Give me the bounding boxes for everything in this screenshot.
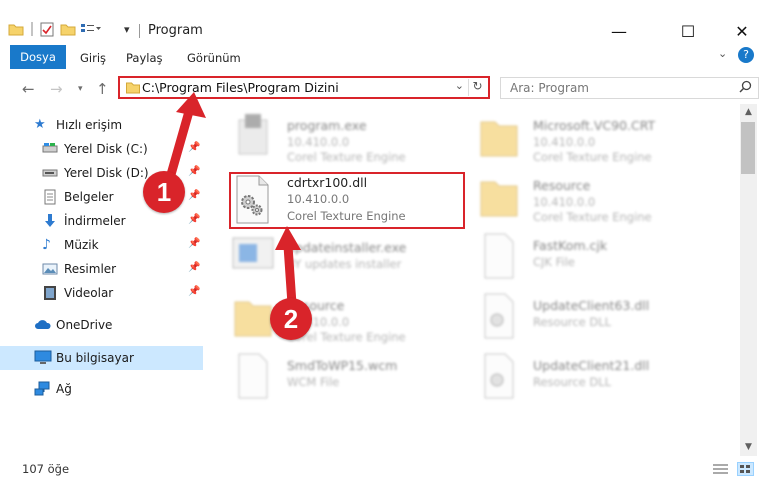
highlight-box-dll: [229, 172, 465, 229]
sidebar-item-disk-c[interactable]: Yerel Disk (C:) 📌: [0, 138, 203, 160]
list-item[interactable]: UpdateClient21.dll Resource DLL: [477, 350, 717, 406]
tab-file[interactable]: Dosya: [10, 45, 66, 69]
recent-locations-icon[interactable]: ▾: [78, 84, 83, 94]
sidebar-item-downloads[interactable]: İndirmeler 📌: [0, 210, 203, 232]
music-icon: ♪: [42, 237, 51, 253]
ribbon: [0, 44, 769, 72]
view-options-icon[interactable]: [80, 22, 102, 39]
list-item[interactable]: updateinstaller.exe BY updates installer: [231, 232, 471, 288]
network-icon: [34, 381, 50, 397]
list-item[interactable]: UpdateClient63.dll Resource DLL: [477, 290, 717, 346]
installer-icon: [231, 234, 275, 284]
properties-icon[interactable]: [40, 22, 54, 40]
folder-icon[interactable]: [8, 22, 24, 39]
item-count: 107 öğe: [22, 462, 70, 476]
list-item[interactable]: FastKom.cjk CJK File: [477, 230, 717, 286]
download-icon: [42, 213, 58, 229]
step-badge-2: 2: [270, 298, 312, 340]
search-placeholder: Ara: Program: [510, 81, 589, 95]
dll-gear-icon: [477, 352, 521, 402]
large-icons-view-icon[interactable]: [737, 462, 754, 476]
sidebar-item-this-pc[interactable]: Bu bilgisayar: [0, 346, 203, 370]
tab-home[interactable]: Giriş: [80, 48, 106, 68]
expand-ribbon-icon[interactable]: ⌄: [718, 47, 727, 60]
pin-icon[interactable]: 📌: [188, 238, 200, 249]
refresh-icon[interactable]: ↻: [468, 79, 486, 96]
search-input[interactable]: Ara: Program: [500, 77, 759, 99]
list-item[interactable]: program.exe 10.410.0.0 Corel Texture Eng…: [231, 110, 471, 166]
list-item[interactable]: Resource 10.410.0.0 Corel Texture Engine: [231, 290, 471, 346]
close-button[interactable]: ✕: [719, 18, 765, 44]
folder-icon: [477, 112, 521, 162]
forward-arrow-icon[interactable]: →: [50, 80, 63, 98]
search-icon[interactable]: [739, 80, 752, 97]
address-path[interactable]: C:\Program Files\Program Dizini: [142, 80, 339, 95]
exe-icon: [231, 112, 275, 162]
file-icon: [477, 232, 521, 282]
pin-icon[interactable]: 📌: [188, 214, 200, 225]
up-arrow-icon[interactable]: ↑: [96, 80, 109, 98]
window-title: Program: [148, 23, 203, 38]
list-item[interactable]: SmdToWP15.wcm WCM File: [231, 350, 471, 406]
pin-icon[interactable]: 📌: [188, 190, 200, 201]
customize-toolbar-icon[interactable]: ▾: [124, 23, 130, 36]
folder-icon: [231, 292, 275, 342]
cloud-icon: [34, 317, 51, 333]
minimize-button[interactable]: —: [596, 18, 642, 44]
list-item[interactable]: Microsoft.VC90.CRT 10.410.0.0 Corel Text…: [477, 110, 717, 166]
step-badge-1: 1: [143, 171, 185, 213]
maximize-button[interactable]: ☐: [665, 18, 711, 44]
title-bar: ▾ Program — ☐ ✕: [0, 0, 769, 44]
status-bar: 107 öğe: [0, 458, 769, 482]
list-item[interactable]: Resource 10.410.0.0 Corel Texture Engine: [477, 170, 717, 226]
title-separator: [139, 24, 140, 38]
file-list: program.exe 10.410.0.0 Corel Texture Eng…: [215, 104, 740, 456]
new-folder-icon[interactable]: [60, 22, 76, 39]
tab-view[interactable]: Görünüm: [187, 48, 241, 68]
pin-icon[interactable]: 📌: [188, 286, 200, 297]
folder-icon: [477, 172, 521, 222]
pin-icon[interactable]: 📌: [188, 262, 200, 273]
folder-icon: [126, 81, 140, 97]
pin-icon[interactable]: 📌: [188, 142, 200, 153]
drive-icon: [42, 141, 58, 157]
sidebar-item-network[interactable]: Ağ: [0, 378, 203, 400]
separator: [30, 21, 34, 40]
navigation-pane: ★ Hızlı erişim Yerel Disk (C:) 📌 Yerel D…: [0, 108, 208, 453]
star-icon: ★: [34, 117, 46, 132]
video-icon: [42, 285, 58, 301]
details-view-icon[interactable]: [712, 462, 729, 476]
drive-icon: [42, 165, 58, 181]
scroll-up-icon[interactable]: ▲: [740, 104, 757, 121]
scroll-thumb[interactable]: [741, 122, 755, 174]
computer-icon: [34, 350, 52, 366]
vertical-scrollbar[interactable]: ▲ ▼: [740, 104, 757, 456]
sidebar-item-pictures[interactable]: Resimler 📌: [0, 258, 203, 280]
sidebar-item-videos[interactable]: Videolar 📌: [0, 282, 203, 304]
sidebar-item-onedrive[interactable]: OneDrive: [0, 314, 203, 336]
pin-icon[interactable]: 📌: [188, 166, 200, 177]
dll-gear-icon: [477, 292, 521, 342]
scroll-down-icon[interactable]: ▼: [740, 439, 757, 456]
back-arrow-icon[interactable]: ←: [22, 80, 35, 98]
tab-share[interactable]: Paylaş: [126, 48, 163, 68]
pictures-icon: [42, 261, 58, 277]
file-icon: [231, 352, 275, 402]
sidebar-item-music[interactable]: ♪ Müzik 📌: [0, 234, 203, 256]
documents-icon: [42, 189, 58, 205]
address-bar[interactable]: C:\Program Files\Program Dizini ⌄ ↻: [118, 76, 490, 99]
address-dropdown-icon[interactable]: ⌄: [455, 79, 464, 92]
sidebar-item-quick-access[interactable]: ★ Hızlı erişim: [0, 114, 203, 136]
help-icon[interactable]: ?: [738, 47, 754, 63]
